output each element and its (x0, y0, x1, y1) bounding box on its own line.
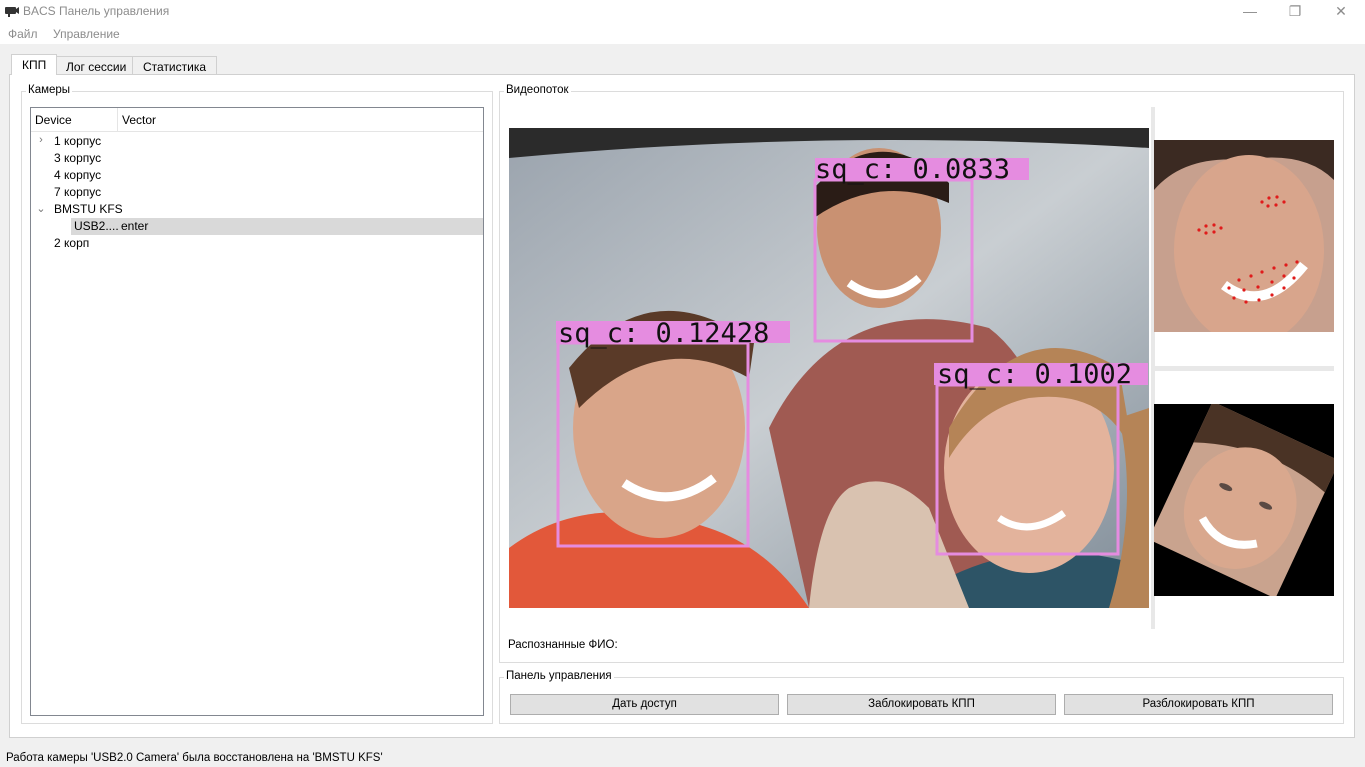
tab-statistics[interactable]: Статистика (132, 56, 218, 75)
tree-row[interactable]: 3 корпус (31, 150, 483, 167)
column-device[interactable]: Device (35, 113, 72, 127)
detection-label: sq_c: 0.1002 (937, 359, 1132, 390)
tab-session-log[interactable]: Лог сессии (55, 56, 138, 75)
tree-row-label: 3 корпус (54, 151, 102, 165)
menu-file[interactable]: Файл (8, 27, 38, 41)
tree-row-vector: enter (121, 219, 149, 233)
tree-row[interactable]: ⌄ BMSTU KFS (31, 201, 483, 218)
column-separator[interactable] (117, 108, 118, 132)
grant-access-button[interactable]: Дать доступ (510, 694, 779, 715)
close-button[interactable]: ✕ (1318, 0, 1364, 24)
detection-box (813, 178, 974, 343)
status-message: Работа камеры 'USB2.0 Camera' была восст… (6, 752, 383, 764)
tree-row-label: 4 корпус (54, 168, 102, 182)
tree-row[interactable]: USB2.... enter (71, 218, 483, 235)
tree-row-label: BMSTU KFS (54, 202, 123, 216)
detection-label: sq_c: 0.0833 (815, 154, 1010, 185)
status-bar: Работа камеры 'USB2.0 Camera' была восст… (0, 747, 1365, 767)
cameras-tree[interactable]: Device Vector › 1 корпус 3 корпус 4 корпус 7… (30, 107, 484, 716)
recognized-names-label: Распознанные ФИО: (508, 639, 618, 651)
video-group-title: Видеопоток (504, 84, 571, 96)
preview-splitter[interactable] (1154, 366, 1334, 371)
tree-row[interactable]: 7 корпус (31, 184, 483, 201)
detection-label: sq_c: 0.12428 (558, 318, 769, 349)
cameras-group-title: Камеры (26, 84, 73, 96)
camera-app-icon (5, 7, 19, 17)
aligned-face-preview (1154, 404, 1334, 596)
tree-row-label: 2 корп (54, 236, 90, 250)
detection-box (556, 341, 750, 548)
unlock-checkpoint-button[interactable]: Разблокировать КПП (1064, 694, 1333, 715)
tab-kpp[interactable]: КПП (11, 54, 58, 75)
column-vector[interactable]: Vector (122, 113, 156, 127)
tree-row-label: 1 корпус (54, 134, 102, 148)
tree-row-label: USB2.... (74, 219, 119, 233)
menu-bar: Файл Управление (0, 24, 1365, 44)
face-landmarks-preview (1154, 140, 1334, 332)
chevron-down-icon[interactable]: ⌄ (36, 202, 46, 216)
tree-row[interactable]: 2 корп (31, 235, 483, 252)
title-bar: BACS Панель управления — ❐ ✕ (0, 0, 1365, 24)
tree-row[interactable]: › 1 корпус (31, 133, 483, 150)
minimize-button[interactable]: — (1227, 0, 1273, 24)
window-title: BACS Панель управления (23, 4, 170, 18)
control-panel-title: Панель управления (504, 670, 614, 682)
menu-control[interactable]: Управление (53, 27, 120, 41)
restore-button[interactable]: ❐ (1272, 0, 1318, 24)
detection-box (935, 383, 1120, 556)
chevron-right-icon[interactable]: › (36, 134, 46, 148)
detection-overlay: sq_c: 0.0833 sq_c: 0.12428 sq_c: 0.1002 (556, 154, 1148, 556)
tree-header: Device Vector (31, 108, 483, 132)
tree-row[interactable]: 4 корпус (31, 167, 483, 184)
video-stream: sq_c: 0.0833 sq_c: 0.12428 sq_c: 0.1002 (509, 128, 1149, 608)
tree-row-label: 7 корпус (54, 185, 102, 199)
lock-checkpoint-button[interactable]: Заблокировать КПП (787, 694, 1056, 715)
